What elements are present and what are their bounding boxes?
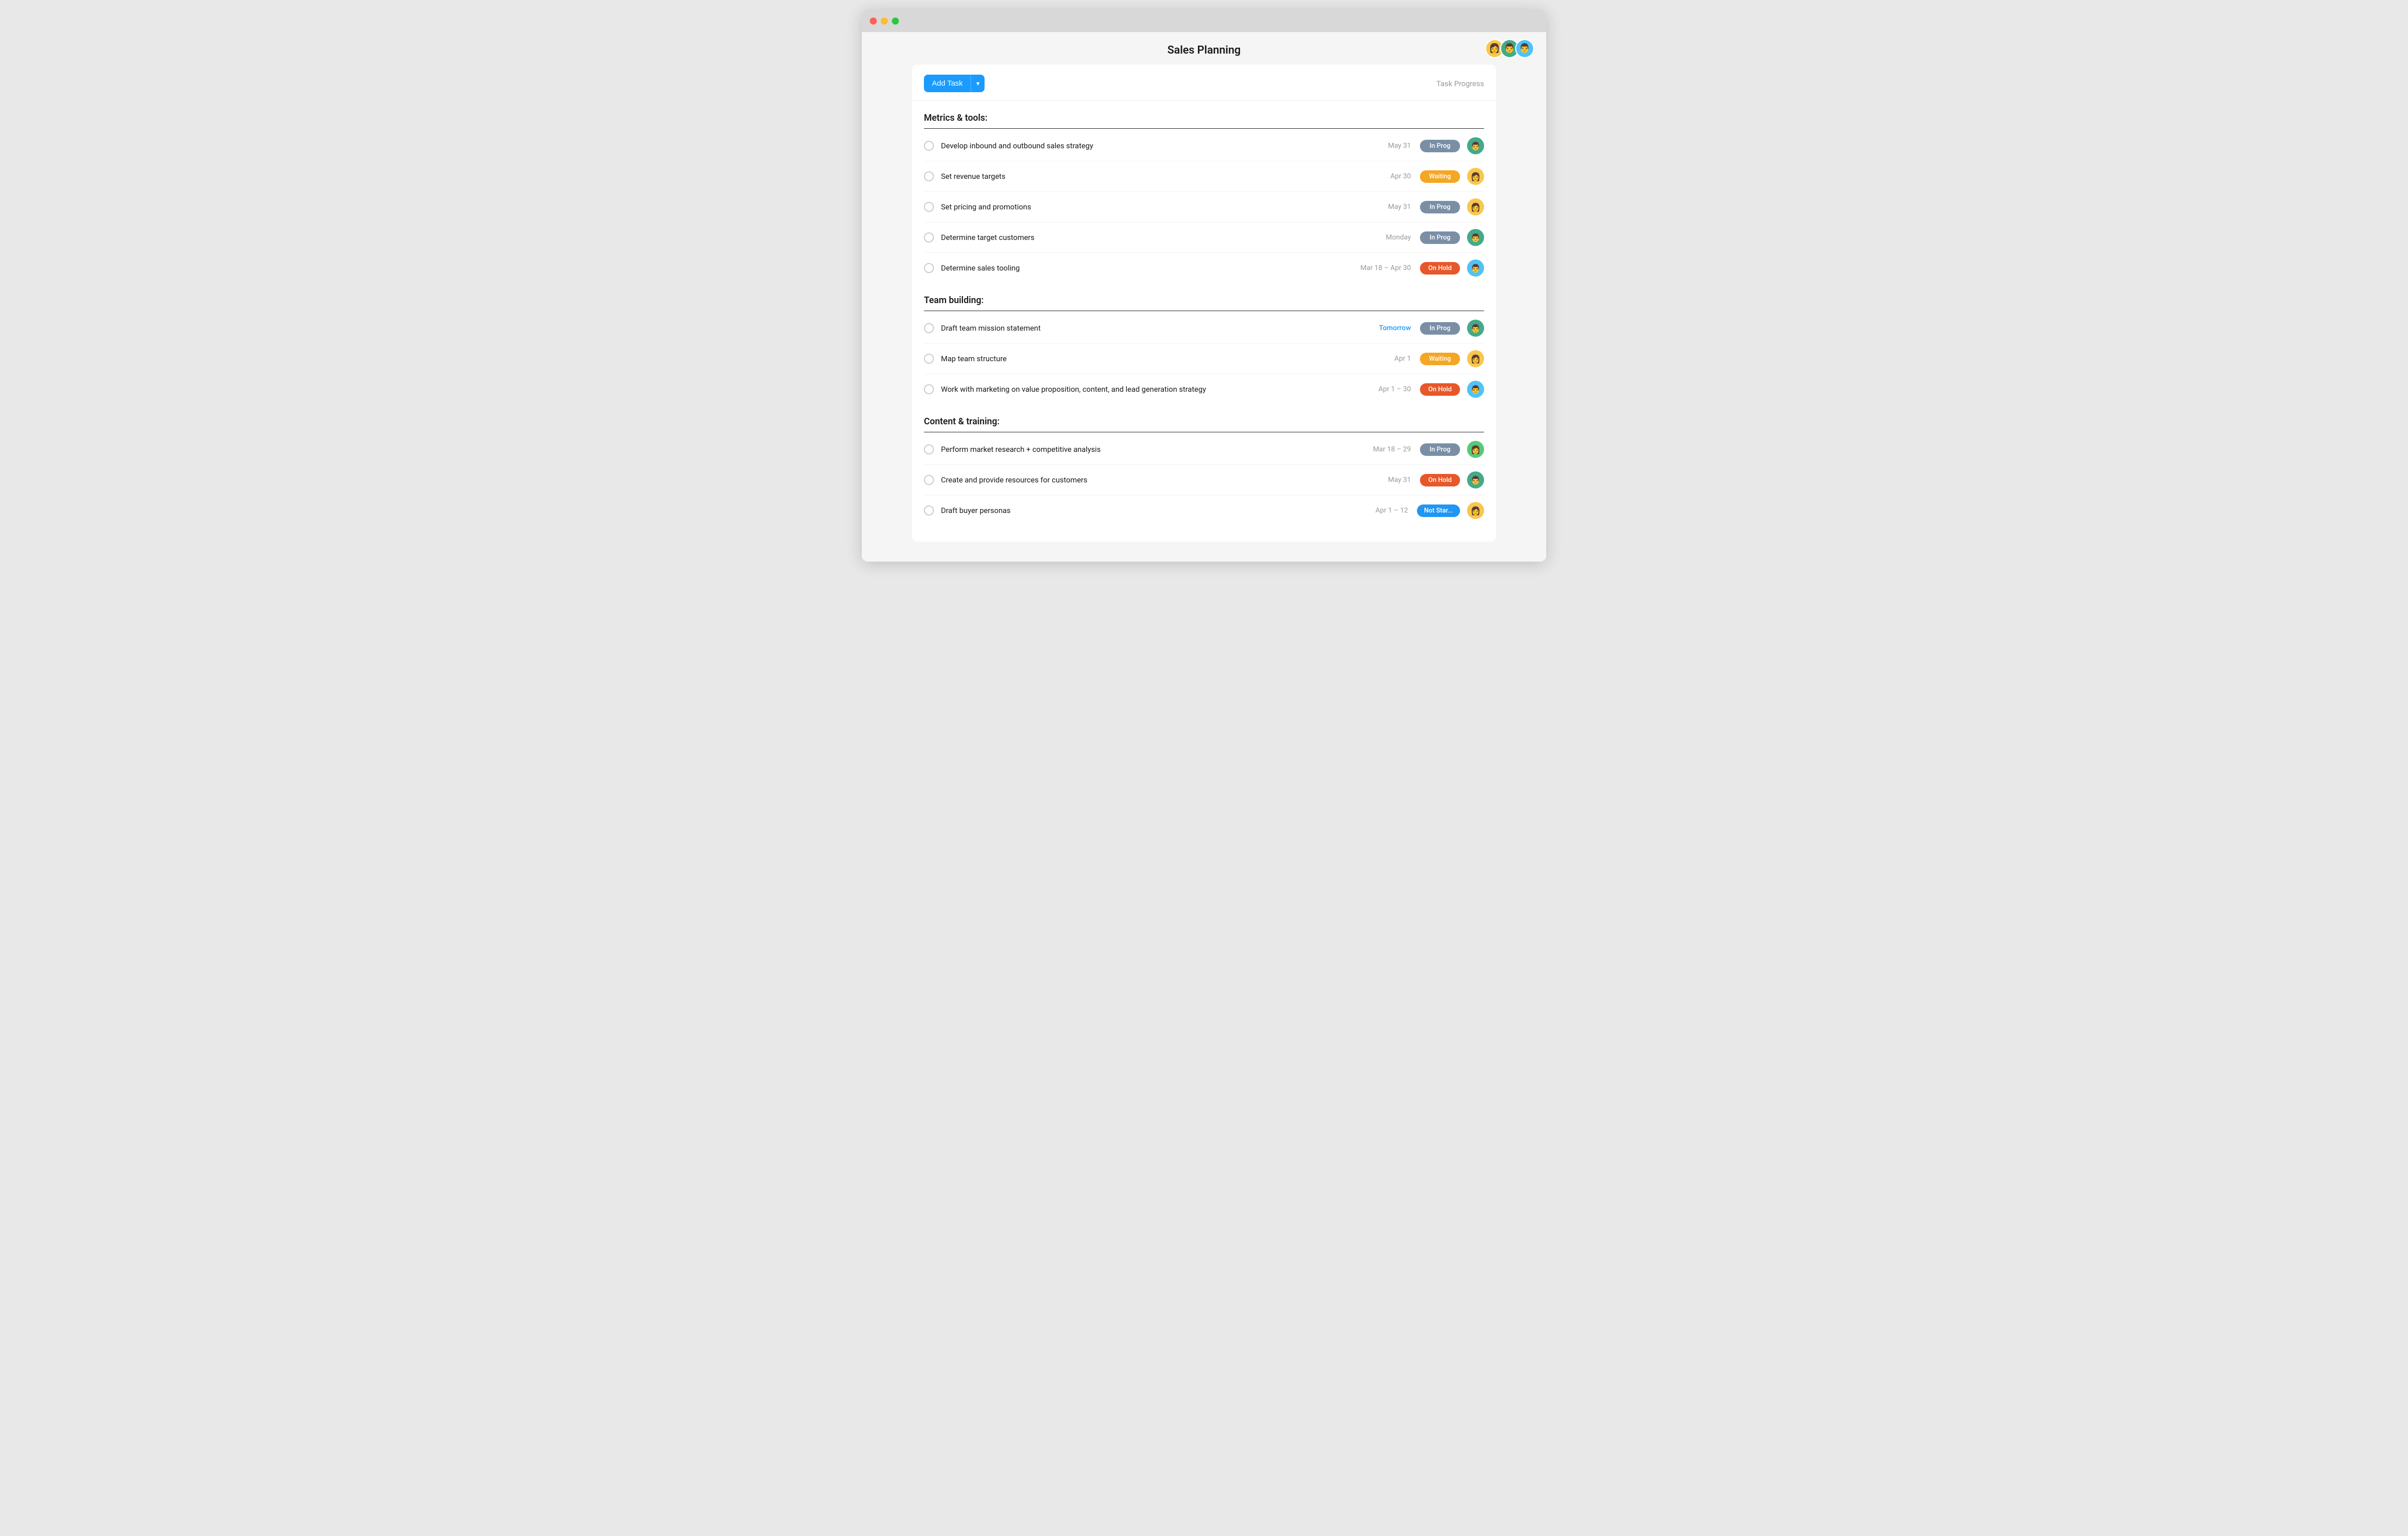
task-date: May 31 (1361, 142, 1411, 150)
task-checkbox[interactable] (924, 354, 934, 364)
task-date: Apr 30 (1361, 172, 1411, 180)
avatar[interactable]: 👩 (1467, 198, 1484, 215)
task-date: May 31 (1361, 476, 1411, 484)
status-badge[interactable]: In Prog (1420, 443, 1460, 456)
task-progress-label: Task Progress (1436, 79, 1484, 88)
add-task-dropdown-arrow[interactable]: ▾ (971, 75, 985, 92)
table-row: Draft team mission statementTomorrow In P… (924, 313, 1484, 344)
table-row: Create and provide resources for custome… (924, 465, 1484, 495)
avatar[interactable]: 👩 (1467, 441, 1484, 458)
avatar[interactable]: 👨 (1467, 260, 1484, 277)
task-checkbox[interactable] (924, 323, 934, 333)
traffic-lights (870, 18, 899, 25)
table-row: Set revenue targetsApr 30 Waiting 👩 (924, 161, 1484, 192)
sections-container: Metrics & tools: Develop inbound and outb… (912, 101, 1496, 526)
add-task-button[interactable]: Add Task ▾ (924, 75, 985, 92)
task-name: Map team structure (941, 354, 1361, 363)
app-window: Sales Planning 👩 👨 👨 Add Task ▾ Task Pro… (862, 10, 1546, 562)
status-badge[interactable]: Waiting (1420, 353, 1460, 365)
main-content: Add Task ▾ Task Progress Metrics & tools… (862, 65, 1546, 562)
table-row: Determine target customersMonday In Prog 👨 (924, 222, 1484, 253)
content-panel: Add Task ▾ Task Progress Metrics & tools… (912, 65, 1496, 542)
task-checkbox[interactable] (924, 444, 934, 454)
task-checkbox[interactable] (924, 202, 934, 212)
task-date: May 31 (1361, 203, 1411, 211)
task-checkbox[interactable] (924, 475, 934, 485)
section-title: Metrics & tools: (924, 113, 1484, 129)
task-date: Mar 18 – Apr 30 (1360, 264, 1411, 272)
task-section: Team building: Draft team mission stateme… (912, 283, 1496, 404)
table-row: Map team structureApr 1 Waiting 👩 (924, 344, 1484, 374)
table-row: Perform market research + competitive an… (924, 434, 1484, 465)
task-date: Apr 1 (1361, 355, 1411, 363)
page-title: Sales Planning (1167, 44, 1241, 57)
task-name: Determine sales tooling (941, 264, 1360, 273)
task-date: Tomorrow (1361, 324, 1411, 332)
minimize-button[interactable] (881, 18, 888, 25)
task-section: Content & training: Perform market resear… (912, 404, 1496, 526)
task-name: Set revenue targets (941, 172, 1361, 181)
page-header: Sales Planning 👩 👨 👨 (862, 32, 1546, 65)
task-name: Create and provide resources for custome… (941, 475, 1361, 484)
section-title: Team building: (924, 295, 1484, 311)
toolbar: Add Task ▾ Task Progress (912, 65, 1496, 101)
titlebar (862, 10, 1546, 32)
task-name: Perform market research + competitive an… (941, 445, 1361, 454)
status-badge[interactable]: In Prog (1420, 322, 1460, 335)
task-name: Draft team mission statement (941, 324, 1361, 333)
avatar[interactable]: 👨 (1467, 471, 1484, 488)
close-button[interactable] (870, 18, 877, 25)
task-name: Work with marketing on value proposition… (941, 385, 1361, 394)
status-badge[interactable]: On Hold (1420, 383, 1460, 396)
status-badge[interactable]: Waiting (1420, 170, 1460, 183)
avatar[interactable]: 👨 (1467, 137, 1484, 154)
task-section: Metrics & tools: Develop inbound and outb… (912, 101, 1496, 283)
task-date: Apr 1 – 12 (1358, 506, 1408, 515)
maximize-button[interactable] (892, 18, 899, 25)
avatar[interactable]: 👨 (1515, 39, 1534, 58)
avatar[interactable]: 👨 (1467, 229, 1484, 246)
task-date: Apr 1 – 30 (1361, 385, 1411, 393)
status-badge[interactable]: On Hold (1420, 262, 1460, 275)
avatar[interactable]: 👩 (1467, 502, 1484, 519)
avatar[interactable]: 👩 (1467, 350, 1484, 367)
task-checkbox[interactable] (924, 505, 934, 516)
task-name: Determine target customers (941, 233, 1361, 242)
table-row: Determine sales toolingMar 18 – Apr 30 On… (924, 253, 1484, 283)
task-date: Monday (1361, 233, 1411, 241)
table-row: Work with marketing on value proposition… (924, 374, 1484, 404)
task-name: Set pricing and promotions (941, 202, 1361, 211)
status-badge[interactable]: In Prog (1420, 140, 1460, 152)
task-checkbox[interactable] (924, 263, 934, 273)
task-checkbox[interactable] (924, 384, 934, 394)
table-row: Develop inbound and outbound sales strat… (924, 131, 1484, 161)
avatar[interactable]: 👩 (1467, 168, 1484, 185)
status-badge[interactable]: In Prog (1420, 231, 1460, 244)
task-name: Draft buyer personas (941, 506, 1358, 515)
task-checkbox[interactable] (924, 141, 934, 151)
table-row: Draft buyer personasApr 1 – 12 Not Star..… (924, 495, 1484, 526)
table-row: Set pricing and promotionsMay 31 In Prog 👩 (924, 192, 1484, 222)
task-checkbox[interactable] (924, 232, 934, 242)
status-badge[interactable]: Not Star... (1417, 504, 1460, 517)
avatar[interactable]: 👨 (1467, 320, 1484, 337)
status-badge[interactable]: In Prog (1420, 201, 1460, 213)
task-date: Mar 18 – 29 (1361, 445, 1411, 453)
add-task-label: Add Task (924, 75, 971, 92)
status-badge[interactable]: On Hold (1420, 474, 1460, 486)
task-name: Develop inbound and outbound sales strat… (941, 141, 1361, 150)
section-title: Content & training: (924, 416, 1484, 432)
task-checkbox[interactable] (924, 171, 934, 181)
avatar[interactable]: 👨 (1467, 381, 1484, 398)
header-avatars: 👩 👨 👨 (1485, 39, 1534, 58)
